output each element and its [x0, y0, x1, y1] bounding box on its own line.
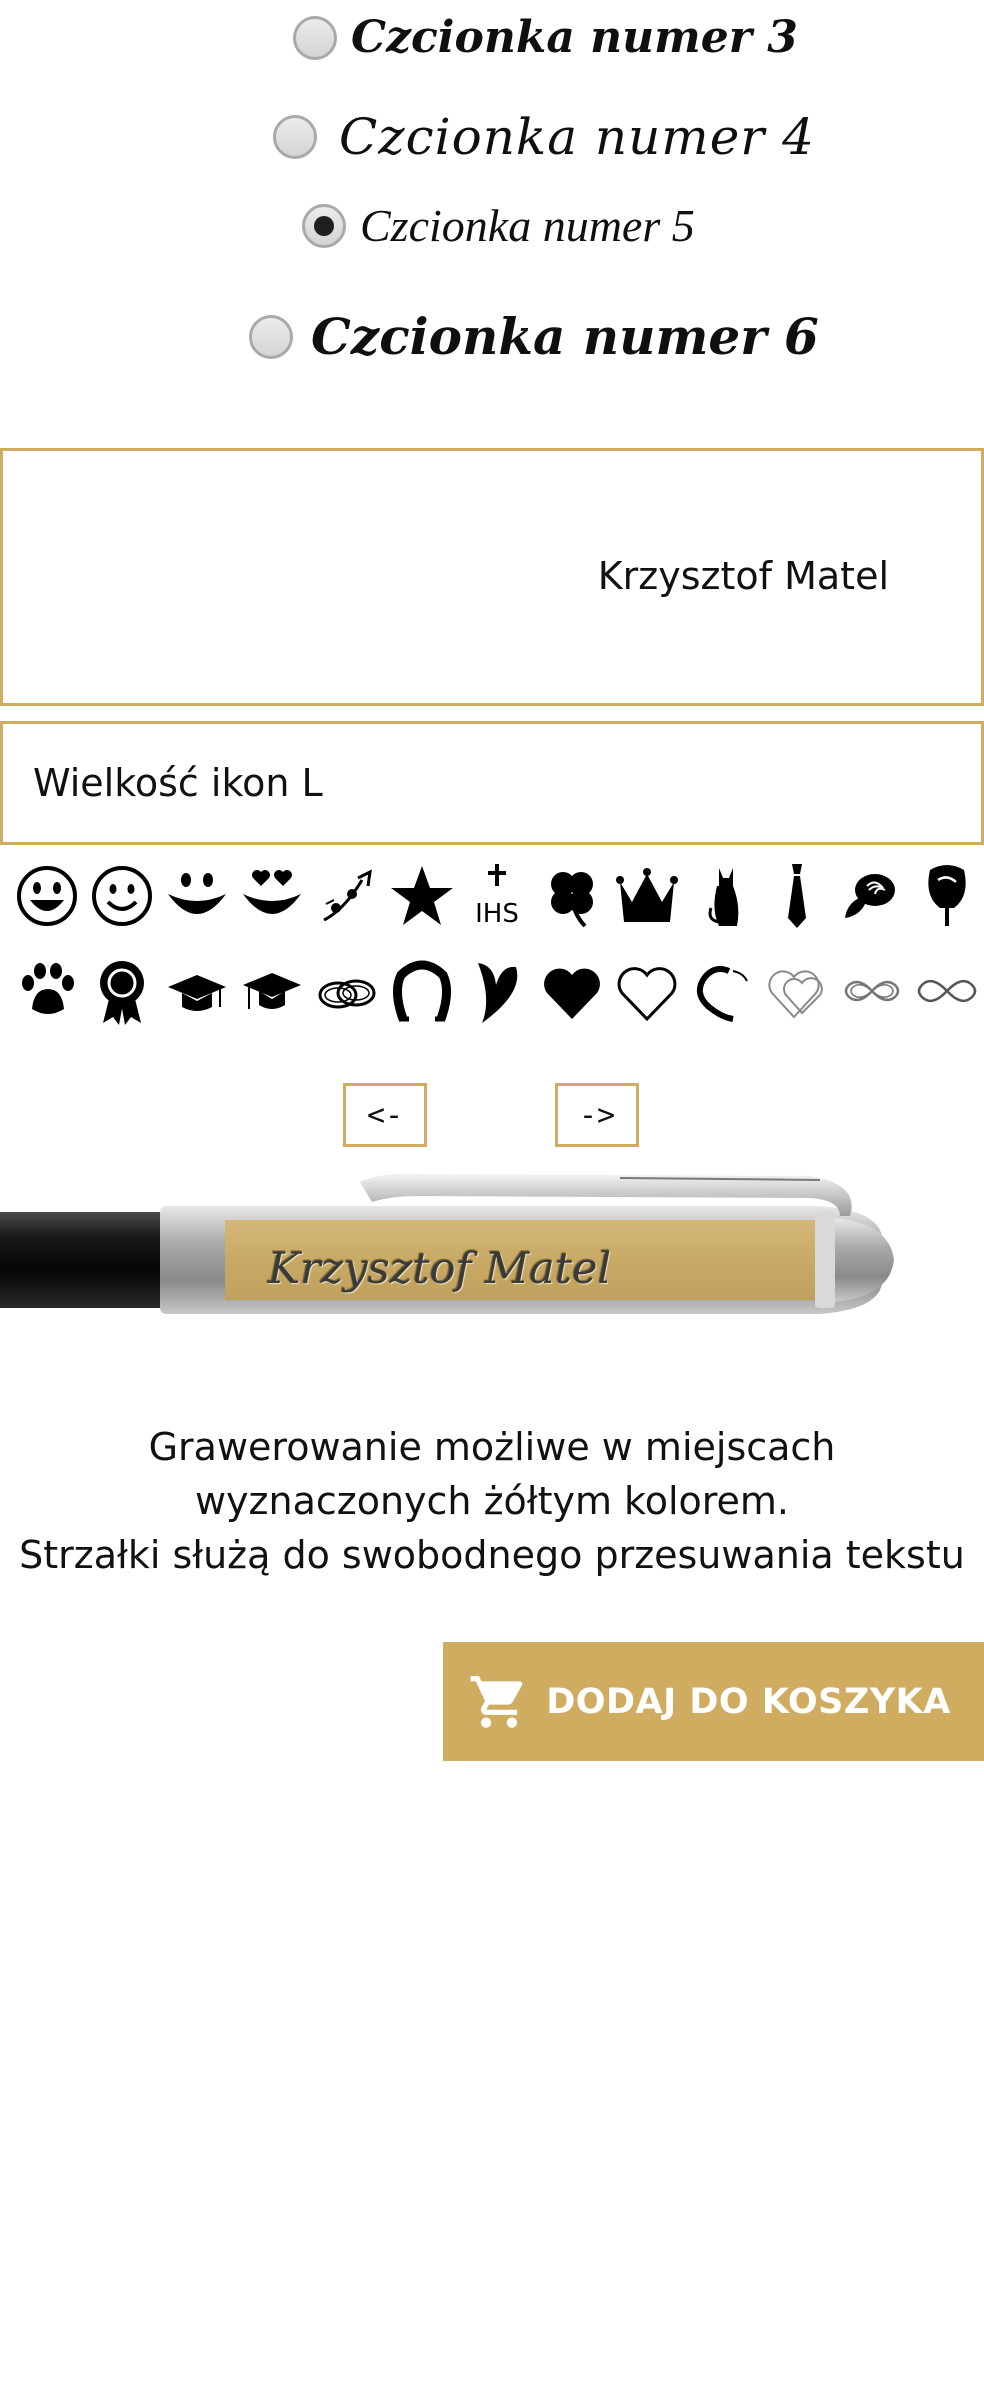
heart-outline-icon[interactable] [614, 955, 680, 1027]
info-line-1: Grawerowanie możliwe w miejscach [148, 1425, 836, 1469]
music-notes-icon[interactable] [314, 860, 380, 932]
move-left-button[interactable]: <- [343, 1083, 427, 1147]
move-right-label: -> [578, 1097, 616, 1133]
font-5-radio[interactable] [302, 203, 346, 248]
infinity-icon[interactable] [914, 955, 980, 1027]
info-line-2: wyznaczonych żółtym kolorem. [194, 1479, 790, 1523]
font-3-radio[interactable] [293, 15, 337, 60]
cart-icon [470, 1675, 523, 1728]
font-3-label: Czcionka numer 3 [351, 12, 798, 63]
icon-size-select[interactable]: Wielkość ikon L [0, 721, 984, 845]
font-6-label: Czcionka numer 6 [311, 307, 819, 366]
tie-icon[interactable] [764, 860, 830, 932]
star-icon[interactable] [389, 860, 455, 932]
graduation-cap-icon[interactable] [164, 955, 230, 1027]
paw-icon[interactable] [14, 955, 80, 1027]
font-option-6[interactable]: Czcionka numer 6 [249, 307, 819, 366]
icon-row-1: IHS [10, 860, 984, 932]
icon-row-2 [10, 955, 984, 1027]
graduation-cap-2-icon[interactable] [239, 955, 305, 1027]
crown-icon[interactable] [614, 860, 680, 932]
rose-bud-icon[interactable] [914, 860, 980, 932]
engraving-text-box [0, 448, 984, 706]
heart-filled-icon[interactable] [539, 955, 605, 1027]
heart-double-outline-icon[interactable] [764, 955, 830, 1027]
smile-tongue-icon[interactable] [164, 860, 230, 932]
icon-size-label: Wielkość ikon L [33, 761, 323, 805]
font-4-radio[interactable] [273, 115, 317, 159]
horseshoe-icon[interactable] [389, 955, 455, 1027]
heart-brush-icon[interactable] [689, 955, 755, 1027]
move-left-label: <- [366, 1097, 404, 1133]
grin-face-icon[interactable] [14, 860, 80, 932]
infinity-double-icon[interactable] [839, 955, 905, 1027]
leaf-heart-icon[interactable] [464, 955, 530, 1027]
hearts-eyes-smile-icon[interactable] [239, 860, 305, 932]
font-option-3[interactable]: Czcionka numer 3 [293, 12, 798, 63]
font-5-label: Czcionka numer 5 [360, 200, 695, 251]
move-right-button[interactable]: -> [555, 1083, 639, 1147]
engraving-text-input[interactable] [3, 451, 981, 703]
font-option-5[interactable]: Czcionka numer 5 [302, 199, 695, 252]
svg-text:IHS: IHS [475, 899, 519, 929]
cat-icon[interactable] [689, 860, 755, 932]
smile-face-icon[interactable] [89, 860, 155, 932]
rose-icon[interactable] [839, 860, 905, 932]
clover-icon[interactable] [539, 860, 605, 932]
engraving-info: Grawerowanie możliwe w miejscach wyznacz… [0, 1420, 984, 1582]
wedding-rings-icon[interactable] [314, 955, 380, 1027]
info-line-3: Strzałki służą do swobodnego przesuwania… [19, 1533, 965, 1577]
award-rosette-icon[interactable] [89, 955, 155, 1027]
font-option-4[interactable]: Czcionka numer 4 [273, 108, 815, 166]
add-to-cart-label: DODAJ DO KOSZYKA [546, 1681, 951, 1722]
font-6-radio[interactable] [249, 314, 293, 359]
ihs-cross-icon[interactable]: IHS [464, 860, 530, 932]
add-to-cart-button[interactable]: DODAJ DO KOSZYKA [443, 1642, 984, 1761]
pen-engraving-text: Krzysztof Matel [268, 1244, 612, 1294]
font-4-label: Czcionka numer 4 [339, 108, 815, 166]
